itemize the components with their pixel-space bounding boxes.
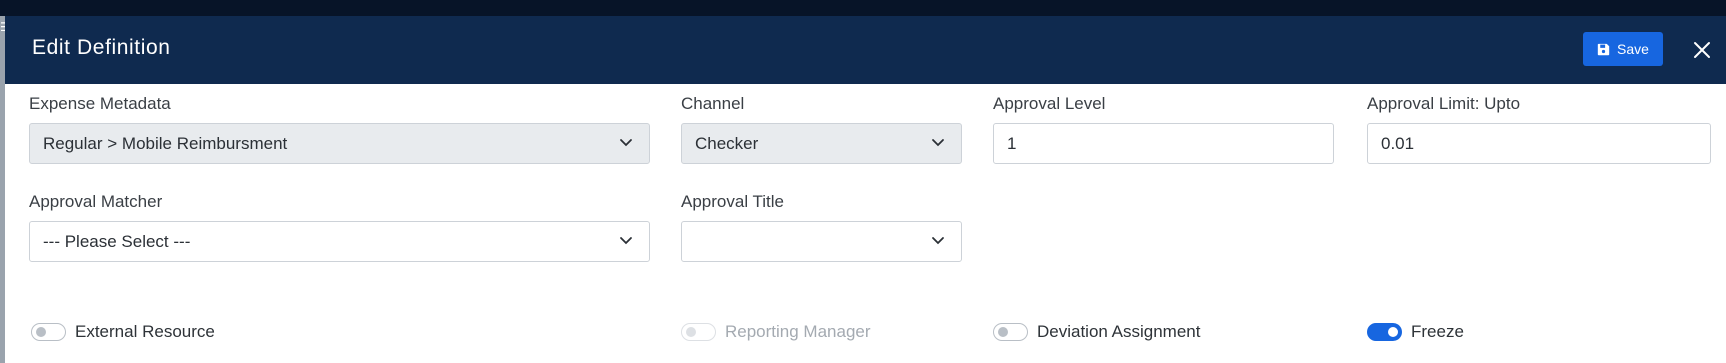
freeze-toggle[interactable] [1367, 323, 1402, 341]
deviation-assignment-toggle-row[interactable]: Deviation Assignment [993, 322, 1200, 342]
modal-header: Edit Definition Save [5, 16, 1726, 84]
approval-matcher-select[interactable]: --- Please Select --- [29, 221, 650, 262]
save-button-label: Save [1617, 41, 1649, 57]
toggle-knob [1388, 327, 1398, 337]
approval-level-label: Approval Level [993, 94, 1106, 113]
channel-select[interactable]: Checker [681, 123, 962, 164]
toggle-knob [998, 327, 1008, 337]
expense-metadata-value: Regular > Mobile Reimbursment [43, 133, 288, 153]
expense-metadata-select[interactable]: Regular > Mobile Reimbursment [29, 123, 650, 164]
reporting-manager-label: Reporting Manager [725, 322, 871, 341]
floppy-disk-icon [1597, 43, 1610, 55]
approval-level-value: 1 [1007, 133, 1017, 153]
approval-title-label: Approval Title [681, 192, 784, 211]
chevron-down-icon [620, 139, 632, 147]
save-button[interactable]: Save [1583, 32, 1663, 66]
reporting-manager-toggle-row: Reporting Manager [681, 322, 871, 342]
deviation-assignment-toggle[interactable] [993, 323, 1028, 341]
approval-limit-label: Approval Limit: Upto [1367, 94, 1521, 113]
chevron-down-icon [932, 139, 944, 147]
close-button[interactable] [1688, 36, 1716, 64]
close-icon [1694, 42, 1710, 58]
external-resource-toggle-row[interactable]: External Resource [31, 322, 215, 342]
approval-limit-input[interactable]: 0.01 [1367, 123, 1711, 164]
chevron-down-icon [932, 237, 944, 245]
approval-level-input[interactable]: 1 [993, 123, 1334, 164]
background-top-bar [0, 0, 1726, 16]
edit-definition-modal: Edit Definition Save Expense Metadata Re… [5, 16, 1726, 363]
toggle-knob [686, 327, 696, 337]
modal-title: Edit Definition [32, 36, 171, 59]
approval-title-select[interactable] [681, 221, 962, 262]
chevron-down-icon [620, 237, 632, 245]
channel-label: Channel [681, 94, 745, 113]
freeze-label: Freeze [1411, 322, 1464, 341]
approval-limit-value: 0.01 [1381, 133, 1415, 153]
external-resource-label: External Resource [75, 322, 215, 341]
toggle-knob [36, 327, 46, 337]
approval-matcher-label: Approval Matcher [29, 192, 163, 211]
freeze-toggle-row[interactable]: Freeze [1367, 322, 1464, 342]
expense-metadata-label: Expense Metadata [29, 94, 171, 113]
reporting-manager-toggle [681, 323, 716, 341]
channel-value: Checker [695, 133, 759, 153]
external-resource-toggle[interactable] [31, 323, 66, 341]
approval-matcher-value: --- Please Select --- [43, 231, 191, 251]
deviation-assignment-label: Deviation Assignment [1037, 322, 1201, 341]
